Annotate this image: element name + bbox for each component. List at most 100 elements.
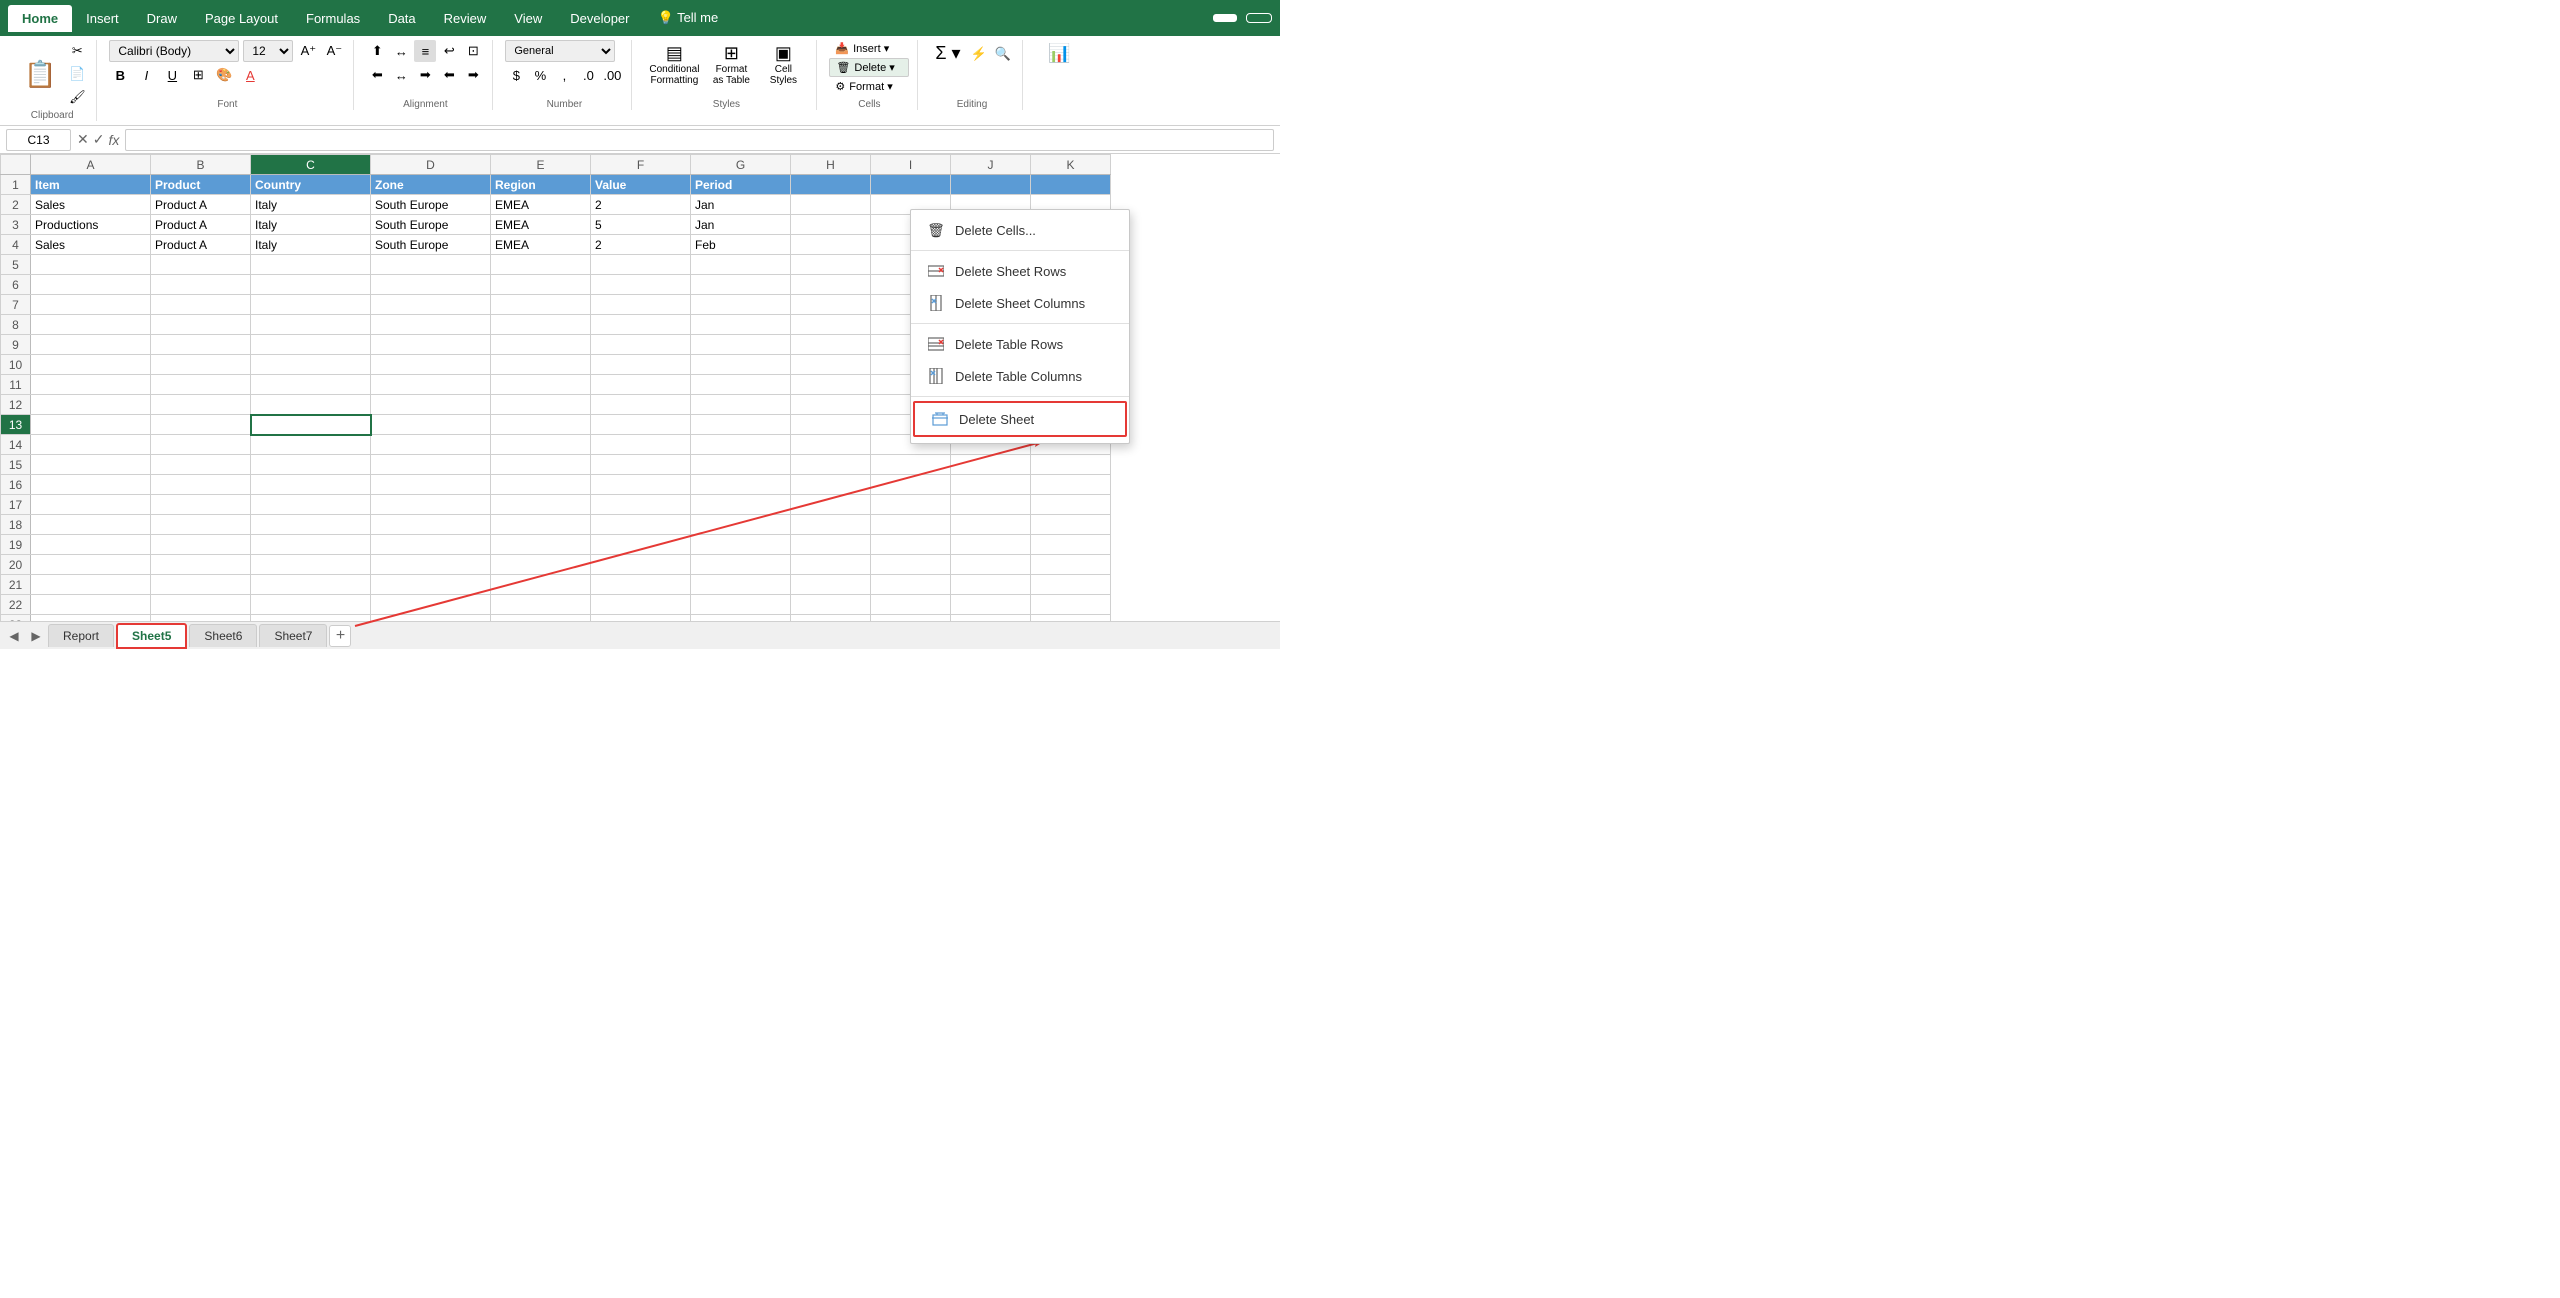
cell[interactable]: [251, 475, 371, 495]
italic-button[interactable]: I: [135, 64, 157, 86]
cell[interactable]: [371, 475, 491, 495]
comments-button[interactable]: [1246, 13, 1272, 23]
row-header-19[interactable]: 19: [1, 535, 31, 555]
delete-sheet-columns-item[interactable]: Delete Sheet Columns: [911, 287, 1129, 319]
cell[interactable]: [491, 335, 591, 355]
row-header-2[interactable]: 2: [1, 195, 31, 215]
cell-reference-input[interactable]: [6, 129, 71, 151]
sheet-nav-right[interactable]: ▶: [26, 626, 46, 646]
cell[interactable]: [31, 275, 151, 295]
tab-draw[interactable]: Draw: [133, 5, 191, 32]
cell[interactable]: [791, 575, 871, 595]
formula-input[interactable]: [125, 129, 1274, 151]
cell[interactable]: [371, 295, 491, 315]
cell[interactable]: [251, 415, 371, 435]
cell[interactable]: [791, 435, 871, 455]
cell[interactable]: [791, 535, 871, 555]
cell[interactable]: [251, 535, 371, 555]
cell[interactable]: [871, 475, 951, 495]
cell[interactable]: Jan: [691, 215, 791, 235]
cell[interactable]: [371, 535, 491, 555]
cell[interactable]: [31, 475, 151, 495]
tab-developer[interactable]: Developer: [556, 5, 643, 32]
cell[interactable]: [591, 315, 691, 335]
cell[interactable]: [491, 255, 591, 275]
cell[interactable]: [31, 315, 151, 335]
cell[interactable]: [31, 515, 151, 535]
cell[interactable]: [251, 375, 371, 395]
cell[interactable]: [491, 555, 591, 575]
cell[interactable]: South Europe: [371, 195, 491, 215]
cell[interactable]: [591, 475, 691, 495]
cell[interactable]: [371, 555, 491, 575]
col-header-B[interactable]: B: [151, 155, 251, 175]
format-dropdown-button[interactable]: ⚙Format ▾: [829, 78, 909, 95]
confirm-icon[interactable]: ✓: [93, 131, 105, 148]
cell[interactable]: Item: [31, 175, 151, 195]
tab-view[interactable]: View: [500, 5, 556, 32]
cell[interactable]: [951, 595, 1031, 615]
wrap-text-button[interactable]: ↩: [438, 40, 460, 62]
cell[interactable]: [31, 375, 151, 395]
cell[interactable]: [591, 595, 691, 615]
cell[interactable]: [791, 355, 871, 375]
sort-filter-button[interactable]: ⚡: [968, 43, 990, 65]
cell[interactable]: [871, 495, 951, 515]
cell[interactable]: [791, 195, 871, 215]
cell[interactable]: [251, 295, 371, 315]
cell[interactable]: [31, 535, 151, 555]
cell[interactable]: [691, 535, 791, 555]
col-header-F[interactable]: F: [591, 155, 691, 175]
cell[interactable]: [151, 295, 251, 315]
cell[interactable]: [1031, 595, 1111, 615]
cell[interactable]: [691, 575, 791, 595]
tab-tell-me[interactable]: 💡 Tell me: [644, 4, 733, 32]
cell[interactable]: [591, 515, 691, 535]
cell[interactable]: [371, 275, 491, 295]
increase-font-button[interactable]: A⁺: [297, 40, 319, 62]
row-header-15[interactable]: 15: [1, 455, 31, 475]
font-name-select[interactable]: Calibri (Body): [109, 40, 239, 62]
cell[interactable]: [591, 575, 691, 595]
row-header-21[interactable]: 21: [1, 575, 31, 595]
cell[interactable]: [1031, 575, 1111, 595]
cell[interactable]: [591, 555, 691, 575]
cell[interactable]: [151, 535, 251, 555]
col-header-C[interactable]: C: [251, 155, 371, 175]
cell[interactable]: Region: [491, 175, 591, 195]
cell[interactable]: [31, 435, 151, 455]
function-icon[interactable]: fx: [108, 132, 119, 148]
cell[interactable]: [151, 475, 251, 495]
row-header-4[interactable]: 4: [1, 235, 31, 255]
cell[interactable]: Zone: [371, 175, 491, 195]
cell[interactable]: [151, 375, 251, 395]
cell[interactable]: Product A: [151, 235, 251, 255]
cell[interactable]: [151, 575, 251, 595]
cell[interactable]: [251, 355, 371, 375]
cell[interactable]: [691, 295, 791, 315]
cell[interactable]: [491, 455, 591, 475]
cell[interactable]: [31, 615, 151, 622]
cell[interactable]: [1031, 175, 1111, 195]
cell[interactable]: Sales: [31, 235, 151, 255]
delete-table-columns-item[interactable]: Delete Table Columns: [911, 360, 1129, 392]
sheet-tab-sheet5[interactable]: Sheet5: [116, 623, 187, 649]
cell[interactable]: Product: [151, 175, 251, 195]
cell-styles-button[interactable]: ▣ CellStyles: [758, 40, 808, 89]
cell[interactable]: [691, 375, 791, 395]
cell[interactable]: [591, 295, 691, 315]
cell[interactable]: [791, 595, 871, 615]
cell[interactable]: [951, 515, 1031, 535]
cell[interactable]: [791, 215, 871, 235]
cell[interactable]: [151, 555, 251, 575]
align-right-button[interactable]: ➡: [414, 64, 436, 86]
paste-button[interactable]: 📋: [16, 55, 64, 94]
cell[interactable]: [151, 455, 251, 475]
row-header-13[interactable]: 13: [1, 415, 31, 435]
cell[interactable]: [491, 315, 591, 335]
sheet-add-button[interactable]: +: [329, 625, 351, 647]
find-select-button[interactable]: 🔍: [992, 43, 1014, 65]
col-header-D[interactable]: D: [371, 155, 491, 175]
cell[interactable]: [491, 615, 591, 622]
cell[interactable]: [491, 495, 591, 515]
